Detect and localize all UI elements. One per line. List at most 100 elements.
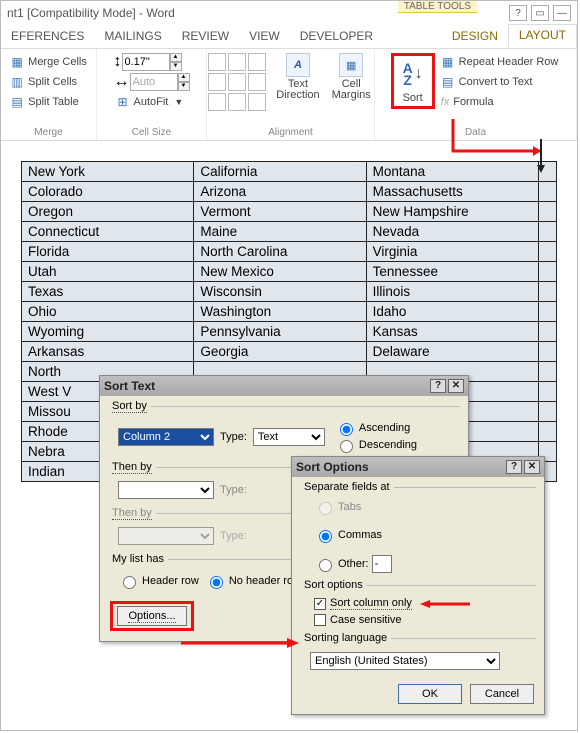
table-cell-empty[interactable] (539, 382, 557, 402)
table-cell[interactable]: Montana (366, 162, 538, 182)
text-direction-button[interactable]: A Text Direction (274, 53, 321, 101)
table-cell[interactable]: Arizona (194, 182, 366, 202)
split-table-button[interactable]: ▤Split Table (8, 93, 81, 111)
other-radio[interactable]: Other: (314, 555, 536, 573)
table-cell[interactable]: Idaho (366, 302, 538, 322)
table-row[interactable]: ArkansasGeorgiaDelaware (22, 342, 557, 362)
table-cell-empty[interactable] (539, 282, 557, 302)
column-only-checkbox[interactable]: ✓ Sort column only (314, 597, 536, 610)
convert-text-button[interactable]: ▤Convert to Text (439, 73, 535, 91)
no-header-radio[interactable]: No header row (205, 573, 301, 589)
table-cell[interactable]: Wyoming (22, 322, 194, 342)
table-cell[interactable]: Georgia (194, 342, 366, 362)
table-cell-empty[interactable] (539, 202, 557, 222)
minimize-button[interactable]: — (553, 5, 571, 21)
tab-developer[interactable]: DEVELOPER (290, 26, 383, 48)
table-cell[interactable]: Illinois (366, 282, 538, 302)
descending-radio[interactable]: Descending (335, 437, 417, 453)
table-row[interactable]: OhioWashingtonIdaho (22, 302, 557, 322)
table-row[interactable]: New YorkCaliforniaMontana (22, 162, 557, 182)
options-help-button[interactable]: ? (506, 460, 522, 474)
table-cell[interactable]: Vermont (194, 202, 366, 222)
table-cell[interactable]: New York (22, 162, 194, 182)
height-spinner[interactable]: ▲▼ (170, 53, 182, 71)
tab-design[interactable]: DESIGN (442, 26, 508, 48)
table-cell[interactable]: Connecticut (22, 222, 194, 242)
table-row[interactable]: WyomingPennsylvaniaKansas (22, 322, 557, 342)
dialog-help-button[interactable]: ? (430, 379, 446, 393)
table-row[interactable]: OregonVermontNew Hampshire (22, 202, 557, 222)
ok-button[interactable]: OK (398, 684, 462, 704)
cancel-button[interactable]: Cancel (470, 684, 534, 704)
dialog-close-button[interactable]: ✕ (448, 379, 464, 393)
repeat-header-button[interactable]: ▦Repeat Header Row (439, 53, 561, 71)
options-button[interactable]: Options... (117, 606, 187, 626)
table-cell-empty[interactable] (539, 402, 557, 422)
split-cells-button[interactable]: ▥Split Cells (8, 73, 79, 91)
sortby-column-select[interactable]: Column 2 (118, 428, 214, 446)
table-row[interactable]: TexasWisconsinIllinois (22, 282, 557, 302)
table-cell-empty[interactable] (539, 422, 557, 442)
autofit-button[interactable]: ⊞AutoFit▼ (114, 93, 190, 111)
table-cell-empty[interactable] (539, 362, 557, 382)
thenby-column-select[interactable] (118, 481, 214, 499)
table-cell-empty[interactable] (539, 302, 557, 322)
table-cell[interactable]: Florida (22, 242, 194, 262)
table-row[interactable]: ConnecticutMaineNevada (22, 222, 557, 242)
table-cell[interactable]: Pennsylvania (194, 322, 366, 342)
table-cell[interactable]: Kansas (366, 322, 538, 342)
table-row[interactable]: ColoradoArizonaMassachusetts (22, 182, 557, 202)
table-cell-empty[interactable] (539, 162, 557, 182)
table-cell[interactable]: Colorado (22, 182, 194, 202)
table-cell[interactable]: North Carolina (194, 242, 366, 262)
tab-layout[interactable]: LAYOUT (508, 24, 577, 48)
tab-view[interactable]: VIEW (239, 26, 290, 48)
language-select[interactable]: English (United States) (310, 652, 500, 670)
table-cell[interactable]: New Hampshire (366, 202, 538, 222)
table-cell-empty[interactable] (539, 242, 557, 262)
table-cell[interactable]: Utah (22, 262, 194, 282)
table-cell[interactable]: Ohio (22, 302, 194, 322)
width-spinner[interactable]: ▲▼ (178, 73, 190, 91)
table-cell[interactable]: Wisconsin (194, 282, 366, 302)
table-cell[interactable]: Texas (22, 282, 194, 302)
ascending-radio[interactable]: Ascending (335, 420, 417, 436)
other-input[interactable] (372, 555, 392, 573)
header-row-radio[interactable]: Header row (118, 573, 199, 589)
table-cell-empty[interactable] (539, 342, 557, 362)
tabs-radio[interactable]: Tabs (314, 499, 536, 515)
table-row[interactable]: FloridaNorth CarolinaVirginia (22, 242, 557, 262)
options-close-button[interactable]: ✕ (524, 460, 540, 474)
case-sensitive-checkbox[interactable]: Case sensitive (314, 614, 536, 626)
help-button[interactable]: ? (509, 5, 527, 21)
table-row[interactable]: UtahNew MexicoTennessee (22, 262, 557, 282)
table-cell[interactable]: Tennessee (366, 262, 538, 282)
ribbon-options-button[interactable]: ▭ (531, 5, 549, 21)
tab-references[interactable]: EFERENCES (1, 26, 94, 48)
table-cell-empty[interactable] (539, 322, 557, 342)
commas-radio[interactable]: Commas (314, 527, 536, 543)
table-cell-empty[interactable] (539, 182, 557, 202)
table-cell[interactable]: Virginia (366, 242, 538, 262)
table-cell[interactable]: Massachusetts (366, 182, 538, 202)
sort-button[interactable]: AZ↓ Sort (396, 58, 430, 104)
row-height-input[interactable]: 0.17" (122, 53, 170, 71)
col-width-input[interactable]: Auto (130, 73, 178, 91)
sortby-type-select[interactable]: Text (253, 428, 325, 446)
table-cell[interactable]: Nevada (366, 222, 538, 242)
table-cell[interactable]: New Mexico (194, 262, 366, 282)
table-cell[interactable]: California (194, 162, 366, 182)
table-cell-empty[interactable] (539, 222, 557, 242)
table-cell[interactable]: Arkansas (22, 342, 194, 362)
alignment-grid[interactable] (208, 53, 266, 111)
table-cell[interactable]: Oregon (22, 202, 194, 222)
table-cell[interactable]: Delaware (366, 342, 538, 362)
formula-button[interactable]: fxFormula (439, 93, 496, 111)
table-cell[interactable]: Washington (194, 302, 366, 322)
table-cell[interactable]: Maine (194, 222, 366, 242)
tab-mailings[interactable]: MAILINGS (94, 26, 171, 48)
table-cell-empty[interactable] (539, 262, 557, 282)
tab-review[interactable]: REVIEW (172, 26, 239, 48)
cell-margins-button[interactable]: ▦ Cell Margins (330, 53, 373, 101)
merge-cells-button[interactable]: ▦Merge Cells (8, 53, 89, 71)
